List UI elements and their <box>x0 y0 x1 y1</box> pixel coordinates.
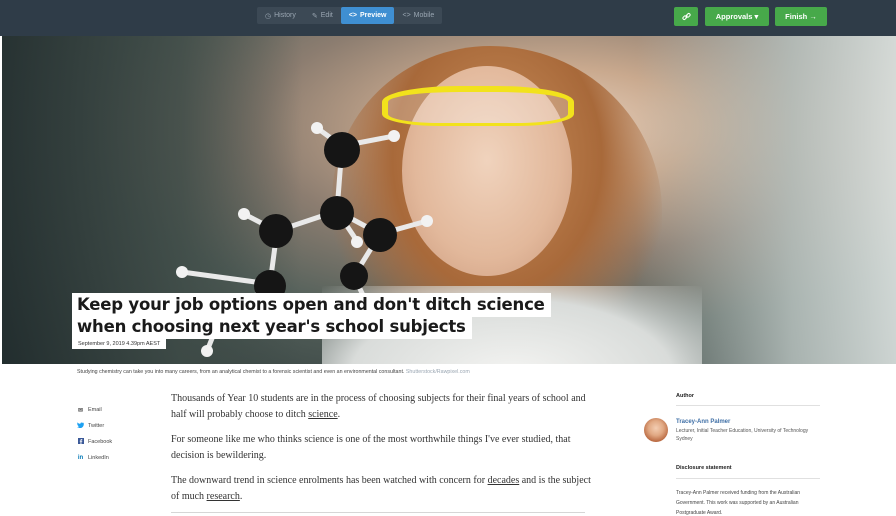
share-links: ✉ Email Twitter Facebook in LinkedIn <box>77 402 112 466</box>
history-tab[interactable]: ◷ History <box>257 7 304 24</box>
copy-link-button[interactable] <box>674 7 698 26</box>
share-twitter-link[interactable]: Twitter <box>77 418 112 434</box>
article-body: Thousands of Year 10 students are in the… <box>171 391 591 514</box>
author-heading: Author <box>676 393 695 399</box>
finish-button[interactable]: Finish → <box>775 7 827 26</box>
author-divider <box>676 405 820 406</box>
share-facebook-label: Facebook <box>88 439 113 445</box>
view-mode-switcher: ◷ History ✎ Edit <> Preview <> Mobile <box>257 7 443 24</box>
publish-date: September 9, 2019 4.39pm AEST <box>72 339 167 349</box>
edit-tab[interactable]: ✎ Edit <box>304 7 341 24</box>
mail-icon: ✉ <box>77 407 84 414</box>
author-avatar[interactable] <box>644 418 668 442</box>
approvals-button[interactable]: Approvals ▾ <box>705 7 769 26</box>
share-facebook-link[interactable]: Facebook <box>77 434 112 450</box>
paragraph-1: Thousands of Year 10 students are in the… <box>171 393 586 420</box>
facebook-icon <box>77 438 84 446</box>
preview-tab-label: Preview <box>360 12 387 19</box>
linkedin-icon: in <box>77 455 84 461</box>
share-linkedin-label: LinkedIn <box>88 455 109 461</box>
author-name-link[interactable]: Tracey-Ann Palmer <box>676 419 730 425</box>
pencil-icon: ✎ <box>311 12 318 20</box>
mobile-tab-label: Mobile <box>413 12 435 19</box>
edit-tab-label: Edit <box>320 12 333 19</box>
caption-credit[interactable]: Shutterstock/Rawpixel.com <box>406 369 470 375</box>
article-divider <box>171 512 585 513</box>
share-linkedin-link[interactable]: in LinkedIn <box>77 450 112 466</box>
disclosure-divider <box>676 478 820 479</box>
decades-link[interactable]: decades <box>488 475 520 486</box>
mobile-tab[interactable]: <> Mobile <box>394 7 442 24</box>
science-link[interactable]: science <box>308 409 337 420</box>
research-link[interactable]: research <box>207 491 240 502</box>
twitter-icon <box>77 422 84 430</box>
caption-text: Studying chemistry can take you into man… <box>77 369 405 375</box>
paragraph-3: The downward trend in science enrolments… <box>171 475 591 502</box>
article-headline-line-1: Keep your job options open and don't dit… <box>72 293 551 317</box>
article-headline-line-2: when choosing next year's school subject… <box>72 315 472 339</box>
preview-tab[interactable]: <> Preview <box>340 7 395 24</box>
clock-icon: ◷ <box>265 12 272 20</box>
paragraph-2: For someone like me who thinks science i… <box>171 434 571 461</box>
editor-toolbar: ◷ History ✎ Edit <> Preview <> Mobile Ap… <box>0 0 896 36</box>
code-icon: <> <box>348 12 358 19</box>
image-caption: Studying chemistry can take you into man… <box>77 369 470 375</box>
disclosure-text: Tracey-Ann Palmer received funding from … <box>676 490 801 516</box>
share-twitter-label: Twitter <box>88 423 105 429</box>
share-email-link[interactable]: ✉ Email <box>77 402 112 418</box>
share-email-label: Email <box>88 407 102 413</box>
author-role: Lecturer, Initial Teacher Education, Uni… <box>676 428 809 442</box>
code-icon: <> <box>402 12 411 19</box>
link-icon <box>681 13 691 20</box>
disclosure-heading: Disclosure statement <box>676 465 732 471</box>
history-tab-label: History <box>274 12 296 19</box>
